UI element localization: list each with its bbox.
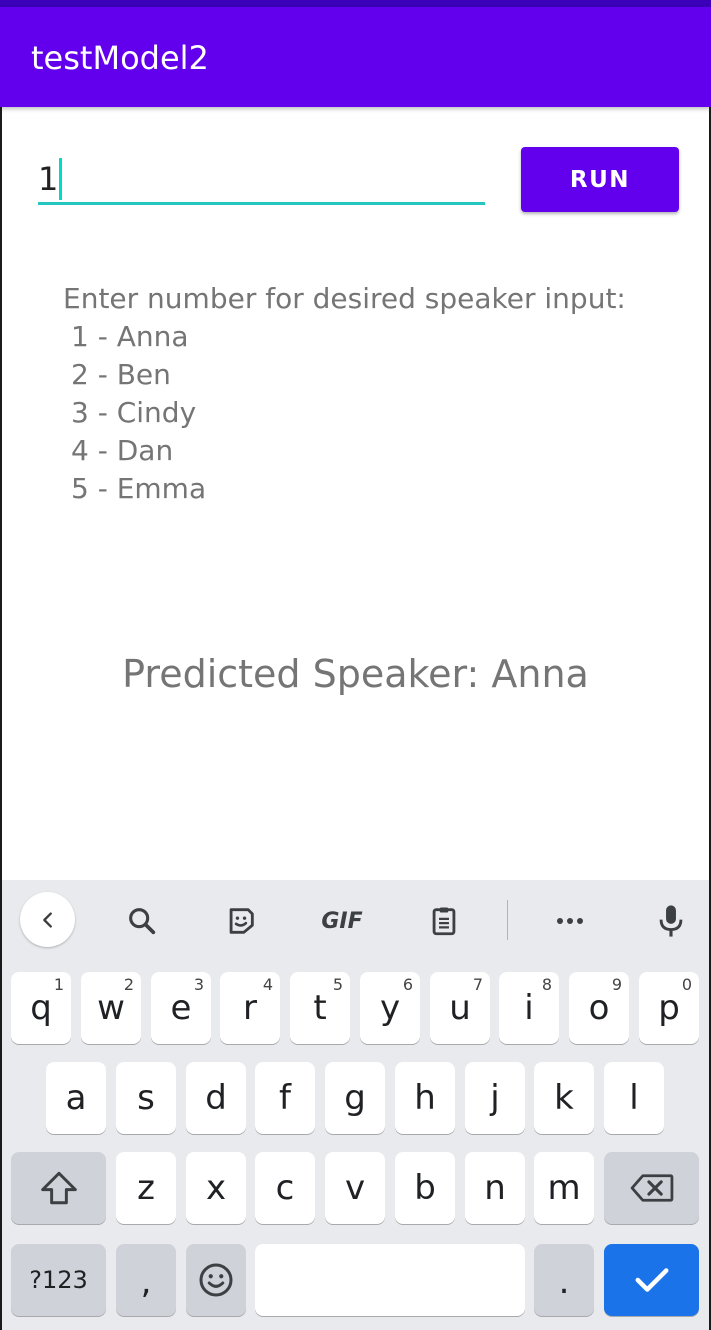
status-bar (0, 0, 711, 7)
option-3: 3 - Cindy (71, 396, 197, 429)
key-i[interactable]: i8 (499, 972, 559, 1044)
space-bar[interactable] (255, 1244, 525, 1316)
emoji-icon (199, 1263, 233, 1297)
text-caret (59, 158, 63, 200)
key-r[interactable]: r4 (220, 972, 280, 1044)
symbols-key[interactable]: ?123 (11, 1244, 106, 1316)
key-x[interactable]: x (186, 1152, 246, 1224)
comma-key[interactable]: , (116, 1244, 176, 1316)
toolbar-divider (507, 900, 508, 940)
option-2: 2 - Ben (71, 358, 171, 391)
instructions-text: Enter number for desired speaker input: … (63, 280, 626, 508)
key-j[interactable]: j (465, 1062, 525, 1134)
emoji-key[interactable] (186, 1244, 246, 1316)
key-w[interactable]: w2 (81, 972, 141, 1044)
key-t[interactable]: t5 (290, 972, 350, 1044)
key-v[interactable]: v (325, 1152, 385, 1224)
shift-key[interactable] (11, 1152, 106, 1224)
key-a[interactable]: a (46, 1062, 106, 1134)
keyboard-clipboard-button[interactable] (419, 898, 469, 944)
keyboard-gif-button[interactable]: GIF (312, 898, 372, 944)
app-bar: testModel2 (0, 7, 711, 107)
gif-icon: GIF (321, 908, 363, 934)
key-n[interactable]: n (465, 1152, 525, 1224)
key-f[interactable]: f (255, 1062, 315, 1134)
enter-key[interactable] (604, 1244, 699, 1316)
keyboard-more-button[interactable] (545, 898, 595, 944)
key-l[interactable]: l (604, 1062, 664, 1134)
key-s[interactable]: s (116, 1062, 176, 1134)
mic-icon (659, 905, 683, 937)
key-d[interactable]: d (186, 1062, 246, 1134)
key-u[interactable]: u7 (430, 972, 490, 1044)
shift-icon (40, 1171, 77, 1205)
more-icon (557, 918, 583, 924)
option-1: 1 - Anna (71, 320, 189, 353)
key-m[interactable]: m (534, 1152, 594, 1224)
clipboard-icon (432, 907, 456, 936)
speaker-number-input[interactable]: 1 (38, 152, 485, 205)
keyboard-search-button[interactable] (117, 898, 167, 944)
option-5: 5 - Emma (71, 472, 207, 505)
back-icon (42, 911, 52, 928)
app-title: testModel2 (31, 39, 209, 77)
key-k[interactable]: k (534, 1062, 594, 1134)
key-y[interactable]: y6 (360, 972, 420, 1044)
key-e[interactable]: e3 (151, 972, 211, 1044)
key-b[interactable]: b (395, 1152, 455, 1224)
key-p[interactable]: p0 (639, 972, 699, 1044)
backspace-icon (630, 1174, 673, 1202)
run-button[interactable]: RUN (521, 147, 679, 212)
option-4: 4 - Dan (71, 434, 174, 467)
check-icon (635, 1268, 668, 1292)
backspace-key[interactable] (604, 1152, 699, 1224)
key-h[interactable]: h (395, 1062, 455, 1134)
keyboard-back-button[interactable] (20, 892, 75, 947)
instructions-heading: Enter number for desired speaker input: (63, 282, 626, 315)
key-g[interactable]: g (325, 1062, 385, 1134)
keyboard-sticker-button[interactable] (216, 898, 266, 944)
key-q[interactable]: q1 (11, 972, 71, 1044)
keyboard-voice-button[interactable] (646, 898, 696, 944)
key-c[interactable]: c (255, 1152, 315, 1224)
predicted-speaker-label: Predicted Speaker: Anna (122, 652, 589, 696)
period-key[interactable]: . (534, 1244, 594, 1316)
input-value: 1 (38, 160, 59, 198)
on-screen-keyboard: GIF q1 w2 e3 r4 t5 y6 u7 i8 o9 p0 a s d … (2, 880, 709, 1330)
sticker-icon (229, 908, 254, 934)
key-z[interactable]: z (116, 1152, 176, 1224)
input-underline (38, 202, 485, 205)
search-icon (129, 908, 156, 935)
key-o[interactable]: o9 (569, 972, 629, 1044)
